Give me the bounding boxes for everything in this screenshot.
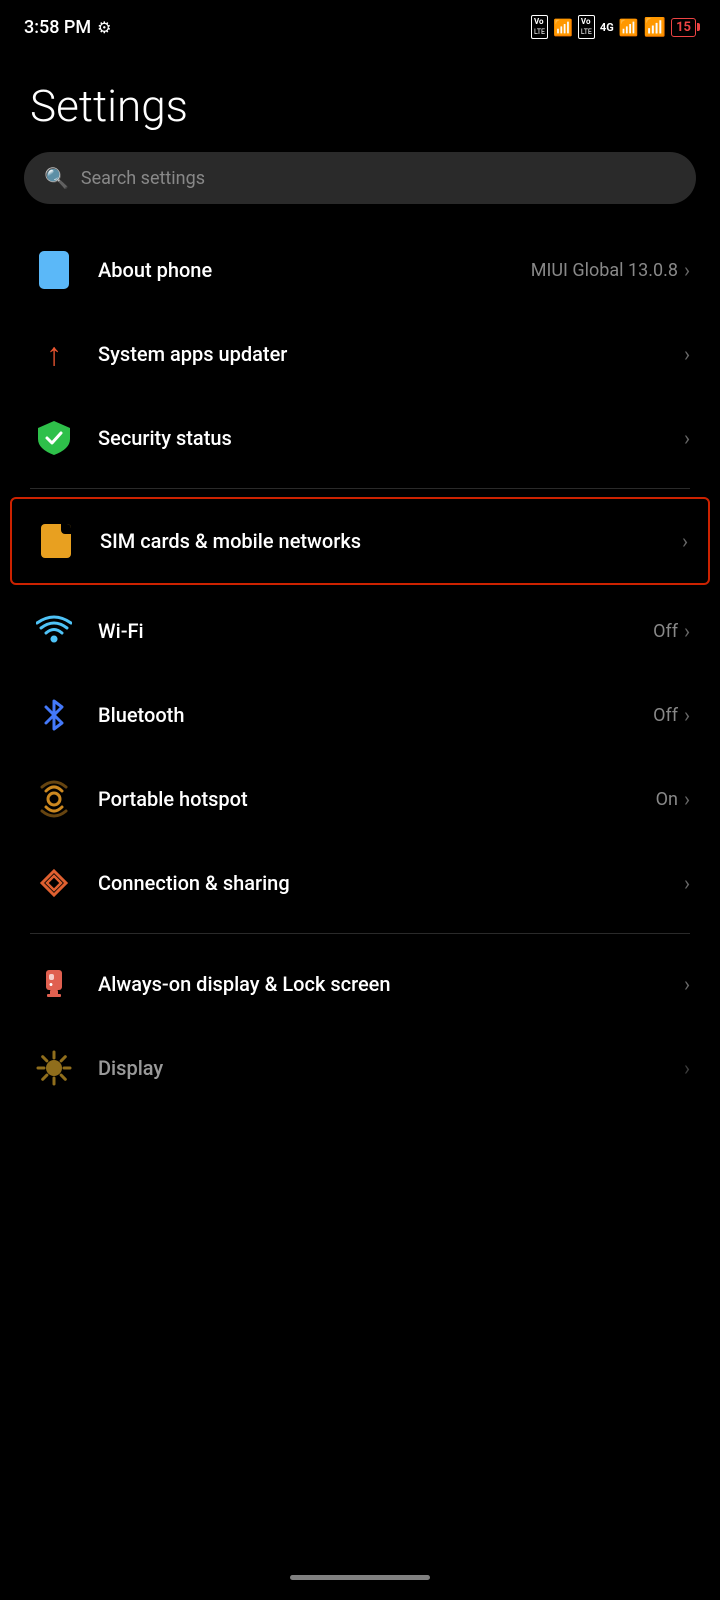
wifi-icon: 📶	[644, 17, 666, 38]
sim-cards-icon	[32, 517, 80, 565]
time-display: 3:58 PM	[24, 17, 91, 38]
hotspot-label: Portable hotspot	[98, 787, 656, 811]
system-apps-content: System apps updater	[98, 342, 684, 366]
always-on-display-icon	[30, 960, 78, 1008]
about-phone-value: MIUI Global 13.0.8	[531, 260, 678, 281]
bottom-nav-bar	[290, 1575, 430, 1580]
hotspot-content: Portable hotspot	[98, 787, 656, 811]
settings-item-always-on-display[interactable]: Always-on display & Lock screen ›	[0, 942, 720, 1026]
settings-item-sim-cards[interactable]: SIM cards & mobile networks ›	[10, 497, 710, 585]
always-on-display-chevron: ›	[684, 972, 690, 996]
system-apps-icon: ↑	[30, 330, 78, 378]
display-chevron: ›	[684, 1056, 690, 1080]
sim-cards-chevron: ›	[682, 529, 688, 553]
sim-cards-label: SIM cards & mobile networks	[100, 529, 682, 553]
signal-bars-2: 📶	[619, 18, 639, 37]
bluetooth-value: Off	[653, 705, 678, 726]
settings-item-about-phone[interactable]: About phone MIUI Global 13.0.8 ›	[0, 228, 720, 312]
display-icon	[30, 1044, 78, 1092]
settings-item-bluetooth[interactable]: Bluetooth Off ›	[0, 673, 720, 757]
wifi-chevron: ›	[684, 619, 690, 643]
security-status-chevron: ›	[684, 426, 690, 450]
hotspot-icon	[30, 775, 78, 823]
wifi-settings-icon	[30, 607, 78, 655]
page-title: Settings	[0, 50, 720, 152]
security-status-label: Security status	[98, 426, 684, 450]
settings-list: About phone MIUI Global 13.0.8 › ↑ Syste…	[0, 228, 720, 1110]
system-apps-chevron: ›	[684, 342, 690, 366]
connection-sharing-chevron: ›	[684, 871, 690, 895]
bluetooth-chevron: ›	[684, 703, 690, 727]
settings-item-connection-sharing[interactable]: Connection & sharing ›	[0, 841, 720, 925]
volte-signal-1: VoLTE	[531, 15, 548, 39]
settings-item-system-apps-updater[interactable]: ↑ System apps updater ›	[0, 312, 720, 396]
volte-signal-2: VoLTE	[578, 15, 595, 39]
hotspot-right: On ›	[656, 787, 690, 811]
status-icons: VoLTE 📶 VoLTE 4G 📶 📶 15	[531, 15, 696, 39]
sim-cards-right: ›	[682, 529, 688, 553]
system-apps-label: System apps updater	[98, 342, 684, 366]
divider-2	[30, 933, 690, 934]
bluetooth-label: Bluetooth	[98, 703, 653, 727]
bluetooth-icon	[30, 691, 78, 739]
battery-indicator: 15	[671, 18, 696, 37]
settings-item-hotspot[interactable]: Portable hotspot On ›	[0, 757, 720, 841]
status-time: 3:58 PM ⚙	[24, 17, 111, 38]
security-status-content: Security status	[98, 426, 684, 450]
wifi-content: Wi-Fi	[98, 619, 653, 643]
system-apps-right: ›	[684, 342, 690, 366]
hotspot-value: On	[656, 789, 678, 810]
connection-sharing-right: ›	[684, 871, 690, 895]
wifi-value: Off	[653, 621, 678, 642]
status-bar: 3:58 PM ⚙ VoLTE 📶 VoLTE 4G 📶 📶 15	[0, 0, 720, 50]
about-phone-label: About phone	[98, 258, 531, 282]
display-right: ›	[684, 1056, 690, 1080]
bluetooth-right: Off ›	[653, 703, 690, 727]
about-phone-content: About phone	[98, 258, 531, 282]
display-label: Display	[98, 1056, 684, 1080]
connection-sharing-content: Connection & sharing	[98, 871, 684, 895]
always-on-display-content: Always-on display & Lock screen	[98, 972, 684, 996]
settings-item-wifi[interactable]: Wi-Fi Off ›	[0, 589, 720, 673]
network-4g: 4G	[600, 21, 614, 34]
search-bar[interactable]: 🔍 Search settings	[24, 152, 696, 204]
about-phone-right: MIUI Global 13.0.8 ›	[531, 258, 690, 282]
divider-1	[30, 488, 690, 489]
settings-item-display[interactable]: Display ›	[0, 1026, 720, 1110]
security-status-right: ›	[684, 426, 690, 450]
wifi-label: Wi-Fi	[98, 619, 653, 643]
search-placeholder: Search settings	[81, 168, 205, 189]
hotspot-chevron: ›	[684, 787, 690, 811]
display-content: Display	[98, 1056, 684, 1080]
security-status-icon	[30, 414, 78, 462]
connection-sharing-label: Connection & sharing	[98, 871, 684, 895]
wifi-right: Off ›	[653, 619, 690, 643]
bluetooth-content: Bluetooth	[98, 703, 653, 727]
always-on-display-right: ›	[684, 972, 690, 996]
sim-cards-content: SIM cards & mobile networks	[100, 529, 682, 553]
gear-icon: ⚙	[97, 18, 111, 37]
always-on-display-label: Always-on display & Lock screen	[98, 972, 684, 996]
battery-level: 15	[676, 20, 691, 35]
about-phone-chevron: ›	[684, 258, 690, 282]
settings-item-security-status[interactable]: Security status ›	[0, 396, 720, 480]
about-phone-icon	[30, 246, 78, 294]
search-icon: 🔍	[44, 166, 69, 190]
connection-sharing-icon	[30, 859, 78, 907]
signal-bars-1: 📶	[553, 18, 573, 37]
